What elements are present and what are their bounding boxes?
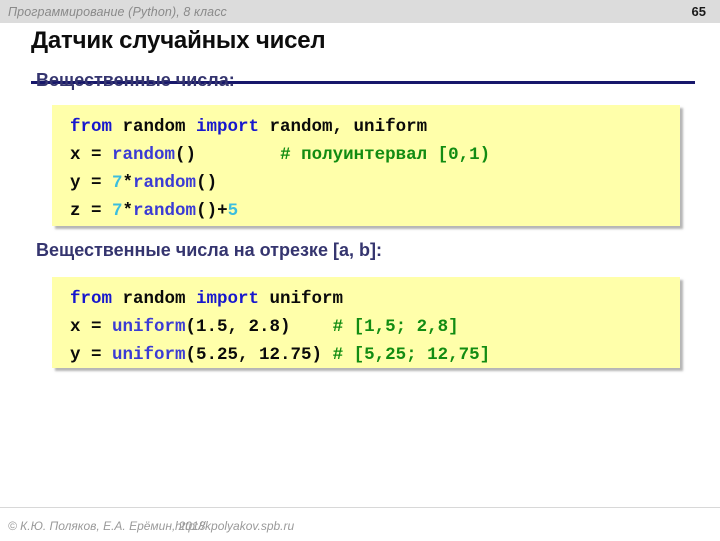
code-token-plain: random: [122, 117, 197, 137]
code-block-real-numbers: from random import random, uniform x = ra…: [52, 105, 680, 226]
code-line: y = uniform(5.25, 12.75) # [5,25; 12,75]: [70, 341, 680, 369]
code-token-kw: import: [196, 289, 270, 309]
code-token-plain: random: [122, 289, 197, 309]
course-label: Программирование (Python), 8 класс: [8, 4, 227, 19]
page-title: Датчик случайных чисел: [31, 27, 326, 54]
code-token-plain: x =: [70, 317, 113, 337]
code-line: x = random() # полуинтервал [0,1): [70, 141, 680, 169]
code-token-fn: random: [133, 173, 197, 193]
page-number: 65: [691, 4, 706, 19]
code-token-plain: *: [122, 173, 134, 193]
code-token-num: 7: [112, 201, 123, 221]
code-token-kw: from: [70, 289, 123, 309]
code-token-plain: y =: [70, 173, 113, 193]
footer-url[interactable]: http://kpolyakov.spb.ru: [175, 519, 294, 533]
code-token-num: 5: [227, 201, 239, 221]
code-line: y = 7*random(): [70, 169, 680, 197]
code-token-plain: ()+: [196, 201, 228, 221]
section-subtitle-real-numbers: Вещественные числа:: [36, 70, 235, 90]
code-line: z = 7*random()+5: [70, 197, 680, 225]
code-token-kw: import: [196, 117, 270, 137]
code-token-plain: random, uniform: [269, 117, 428, 137]
code-token-cmt: # [5,25; 12,75]: [332, 345, 491, 365]
code-token-fn: uniform: [112, 345, 186, 365]
slide-header: Программирование (Python), 8 класс 65: [0, 0, 720, 23]
code-token-cmt: # [1,5; 2,8]: [332, 317, 459, 337]
code-token-plain: (5.25, 12.75): [185, 345, 333, 365]
code-token-fn: uniform: [112, 317, 186, 337]
section-subtitle-interval: Вещественные числа на отрезке [a, b]:: [36, 240, 382, 260]
code-token-plain: x =: [70, 145, 113, 165]
slide-footer: © К.Ю. Поляков, Е.А. Ерёмин, 2018 http:/…: [0, 507, 720, 541]
code-token-kw: from: [70, 117, 123, 137]
code-block-interval: from random import uniform x = uniform(1.…: [52, 277, 680, 368]
code-token-plain: z =: [70, 201, 113, 221]
title-zone: Датчик случайных чисел: [0, 23, 720, 84]
code-token-num: 7: [112, 173, 123, 193]
code-line: from random import random, uniform: [70, 113, 680, 141]
code-token-plain: (): [175, 145, 197, 165]
code-token-plain: y =: [70, 345, 113, 365]
code-line: x = uniform(1.5, 2.8) # [1,5; 2,8]: [70, 313, 680, 341]
code-token-fn: random: [112, 145, 176, 165]
code-line: from random import uniform: [70, 285, 680, 313]
code-token-cmt: # полуинтервал [0,1): [280, 145, 491, 165]
code-token-plain: (1.5, 2.8): [185, 317, 291, 337]
code-token-fn: random: [133, 201, 197, 221]
code-token-plain: (): [196, 173, 218, 193]
code-token-plain: *: [122, 201, 134, 221]
code-token-plain: uniform: [269, 289, 344, 309]
